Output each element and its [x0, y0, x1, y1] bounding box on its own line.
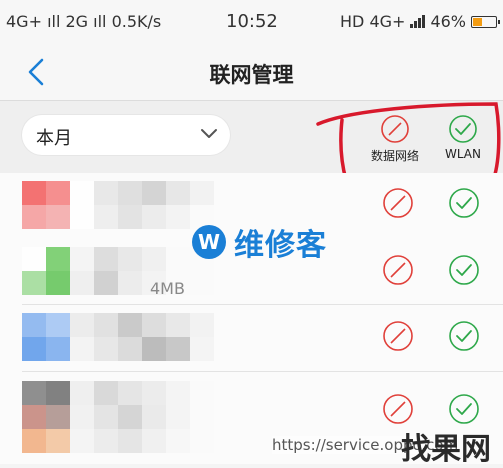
blurred-app-icon: [22, 381, 214, 453]
blocked-icon: [383, 394, 413, 424]
period-dropdown[interactable]: 本月: [22, 115, 230, 155]
mobile-data-header: 数据网络: [370, 149, 419, 163]
blurred-app-icon: [22, 313, 214, 361]
status-bar: 4G+ ıll 2G ıll 0.5K/s 10:52 HD 4G+ 46%: [0, 0, 503, 44]
app-list: 4MB: [0, 173, 503, 464]
check-circle-icon: [449, 188, 479, 218]
watermark-text: 维修客: [234, 228, 327, 263]
blurred-app-icon: [22, 247, 214, 295]
check-circle-icon: [449, 115, 477, 143]
signal-bars-icon: [410, 15, 426, 28]
check-circle-icon: [449, 394, 479, 424]
blocked-icon: [381, 115, 409, 143]
chevron-down-icon: [201, 129, 217, 138]
blocked-icon: [383, 188, 413, 218]
row-divider: [22, 371, 503, 372]
period-value: 本月: [36, 128, 72, 149]
network-type: HD 4G+: [340, 12, 406, 31]
filter-row: 本月 数据网络 WLAN: [0, 101, 503, 173]
battery-icon: [471, 15, 500, 28]
check-circle-icon: [449, 321, 479, 351]
battery-percent: 46%: [430, 12, 466, 31]
nav-bar: 联网管理: [0, 44, 503, 100]
clock: 10:52: [226, 11, 278, 32]
status-right: HD 4G+ 46%: [340, 12, 500, 31]
app-row[interactable]: [0, 305, 503, 372]
blocked-icon: [383, 321, 413, 351]
data-usage: 4MB: [150, 279, 185, 298]
wlan-header: WLAN: [444, 147, 481, 161]
blurred-app-icon: [22, 181, 214, 229]
signal-text: 4G+ ıll 2G ıll 0.5K/s: [6, 12, 162, 31]
battery-fill: [473, 17, 483, 26]
mobile-data-column-toggle[interactable]: 数据网络: [360, 114, 430, 164]
check-circle-icon: [449, 255, 479, 285]
page-title: 联网管理: [209, 63, 294, 87]
watermark-logo-mark: W: [192, 225, 226, 259]
watermark-brand: 找果网: [401, 432, 491, 467]
blocked-icon: [383, 255, 413, 285]
wlan-column-toggle[interactable]: WLAN: [428, 114, 498, 161]
watermark-logo: W 维修客: [192, 220, 327, 264]
signal-indicators: 4G+ ıll 2G ıll 0.5K/s: [6, 12, 161, 31]
